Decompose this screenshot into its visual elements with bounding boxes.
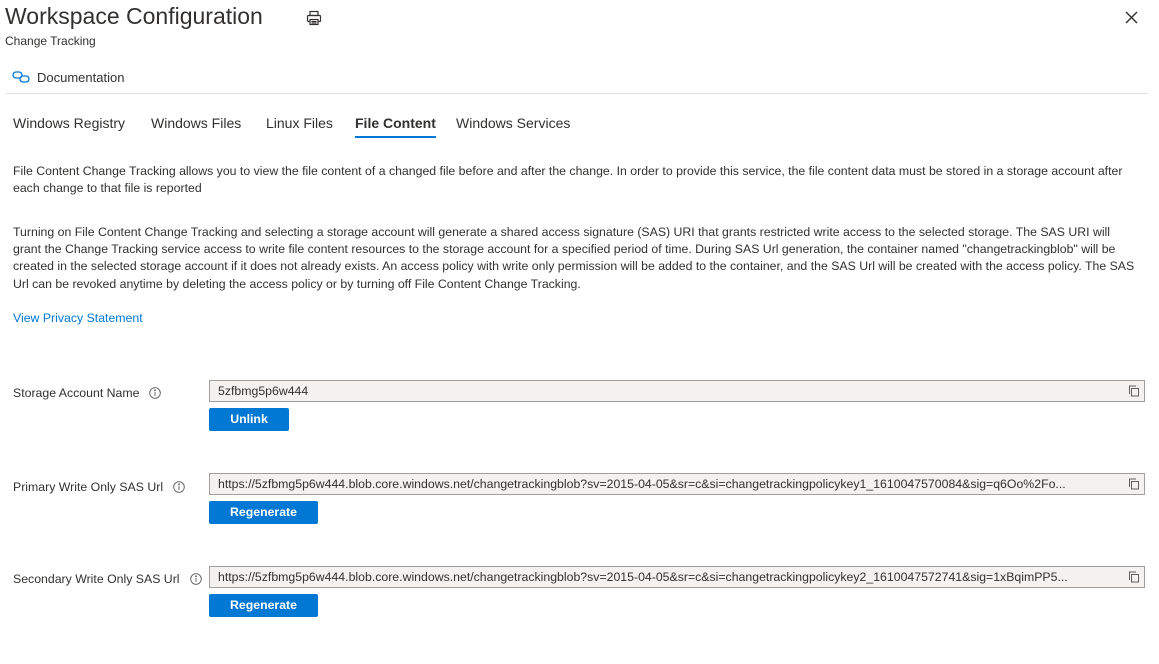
tab-linux-files[interactable]: Linux Files	[266, 115, 333, 136]
description-paragraph-1: File Content Change Tracking allows you …	[13, 164, 1123, 196]
tab-windows-services[interactable]: Windows Services	[456, 115, 570, 136]
secondary-sas-url-field[interactable]: https://5zfbmg5p6w444.blob.core.windows.…	[209, 566, 1145, 588]
primary-sas-label: Primary Write Only SAS Url	[13, 480, 164, 494]
page-title: Workspace Configuration	[5, 3, 263, 29]
documentation-label: Documentation	[37, 69, 125, 85]
privacy-statement-link[interactable]: View Privacy Statement	[13, 311, 143, 325]
storage-account-label: Storage Account Name	[13, 386, 140, 400]
page-subtitle: Change Tracking	[5, 34, 96, 48]
copy-icon[interactable]	[1128, 571, 1140, 583]
print-icon[interactable]	[306, 10, 322, 26]
tab-windows-files[interactable]: Windows Files	[151, 115, 241, 136]
description-paragraph-2: Turning on File Content Change Tracking …	[13, 225, 1135, 291]
copy-icon[interactable]	[1128, 478, 1140, 490]
tab-file-content[interactable]: File Content	[355, 115, 436, 138]
documentation-link[interactable]: Documentation	[12, 68, 124, 86]
regenerate-secondary-button[interactable]: Regenerate	[209, 594, 318, 617]
storage-account-label-row: Storage Account Name	[13, 386, 162, 400]
info-icon[interactable]	[189, 573, 202, 585]
primary-sas-label-row: Primary Write Only SAS Url	[13, 480, 185, 494]
regenerate-primary-button[interactable]: Regenerate	[209, 501, 318, 524]
secondary-sas-label: Secondary Write Only SAS Url	[13, 572, 180, 586]
header-divider	[6, 93, 1148, 94]
close-icon[interactable]	[1124, 10, 1139, 25]
info-icon[interactable]	[149, 387, 162, 399]
tab-windows-registry[interactable]: Windows Registry	[13, 115, 125, 136]
link-icon	[12, 71, 30, 83]
secondary-sas-label-row: Secondary Write Only SAS Url	[13, 572, 202, 586]
unlink-button[interactable]: Unlink	[209, 408, 289, 431]
info-icon[interactable]	[173, 481, 185, 493]
primary-sas-url-field[interactable]: https://5zfbmg5p6w444.blob.core.windows.…	[209, 473, 1145, 495]
storage-account-field[interactable]: 5zfbmg5p6w444	[209, 380, 1145, 402]
copy-icon[interactable]	[1128, 385, 1140, 397]
